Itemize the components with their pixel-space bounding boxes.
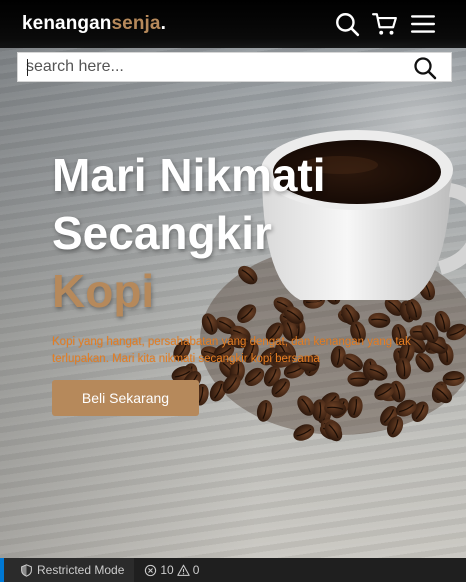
restricted-mode-indicator[interactable]: Restricted Mode <box>0 558 135 582</box>
status-bar: Restricted Mode 10 0 <box>0 558 466 582</box>
text-caret <box>27 59 28 76</box>
search-button-icon[interactable] <box>413 56 437 80</box>
hero-content: Mari Nikmati Secangkir Kopi Kopi yang ha… <box>52 146 412 416</box>
logo[interactable]: kenangansenja. <box>22 13 166 35</box>
hero-title-line1: Mari Nikmati <box>52 149 326 201</box>
search-input[interactable] <box>18 53 408 81</box>
hero-title: Mari Nikmati Secangkir Kopi <box>52 146 412 320</box>
menu-icon[interactable] <box>410 11 436 37</box>
hero-description: Kopi yang hangat, persahabatan yang deng… <box>52 336 411 365</box>
error-count: 10 <box>160 563 174 577</box>
hero-title-accent: Kopi <box>52 265 155 317</box>
logo-dot: . <box>160 13 166 34</box>
navbar: kenangansenja. <box>0 0 466 48</box>
hero-title-line2: Secangkir <box>52 207 272 259</box>
logo-main: kenangan <box>22 13 112 34</box>
buy-now-button[interactable]: Beli Sekarang <box>52 380 199 416</box>
search-icon[interactable] <box>334 11 360 37</box>
problems-indicator[interactable]: 10 0 <box>134 563 199 577</box>
warning-count: 0 <box>192 563 200 577</box>
warning-icon <box>177 564 190 576</box>
error-icon <box>145 564 157 576</box>
logo-accent: senja <box>111 13 161 34</box>
cart-icon[interactable] <box>372 11 398 37</box>
nav-icons <box>334 11 436 37</box>
search-bar <box>17 52 452 82</box>
shield-icon <box>21 563 32 577</box>
restricted-mode-label: Restricted Mode <box>37 563 125 577</box>
